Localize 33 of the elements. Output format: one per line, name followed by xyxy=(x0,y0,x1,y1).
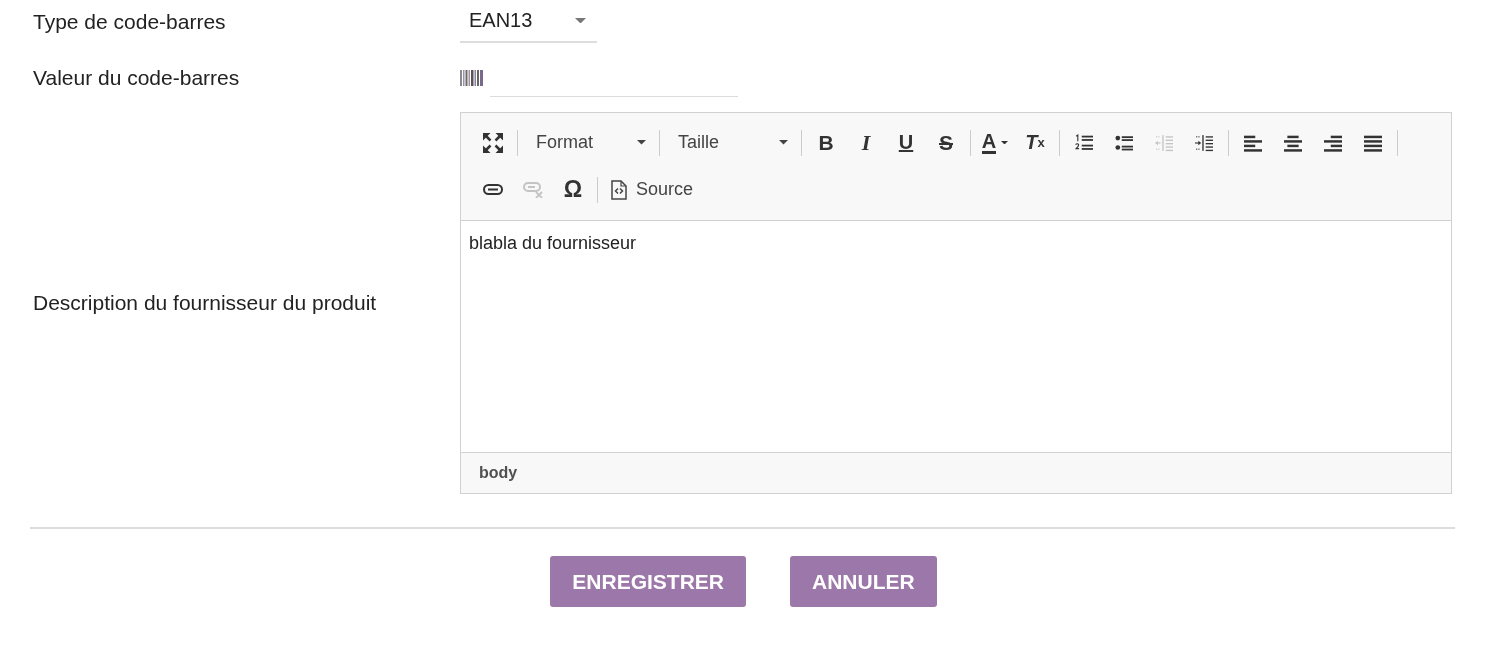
unlink-icon xyxy=(523,181,543,198)
bulleted-list-icon xyxy=(1115,133,1133,152)
dropdown-select[interactable]: EAN13 xyxy=(460,0,597,43)
align-left-icon xyxy=(1244,133,1262,152)
outdent-icon xyxy=(1155,133,1173,152)
toolbar-dropdown[interactable]: Taille xyxy=(664,128,797,157)
text-color-button[interactable]: A xyxy=(981,128,1009,157)
field-label: Type de code-barres xyxy=(33,9,226,34)
caret-icon xyxy=(637,140,646,145)
caret-icon xyxy=(1001,140,1009,145)
code-document-icon xyxy=(611,179,627,200)
align-center-icon xyxy=(1284,133,1302,152)
field-label: Valeur du code-barres xyxy=(33,65,240,90)
justify-icon xyxy=(1364,133,1382,152)
caret-icon xyxy=(575,17,586,24)
caret-icon xyxy=(779,140,788,145)
save-button[interactable]: ENREGISTRER xyxy=(550,556,746,607)
maximize-icon xyxy=(483,132,503,153)
link-icon xyxy=(483,184,503,195)
cancel-button[interactable]: ANNULER xyxy=(790,556,937,607)
numbered-list-icon xyxy=(1075,133,1093,152)
strikethrough-button[interactable]: S xyxy=(932,128,960,157)
barcode-icon xyxy=(460,69,483,86)
align-right-icon xyxy=(1324,133,1342,152)
special-character-button[interactable]: Ω xyxy=(559,175,587,204)
element-path-link[interactable]: body xyxy=(479,464,518,482)
indent-icon xyxy=(1195,133,1213,152)
toolbar-dropdown[interactable]: Format xyxy=(522,128,655,157)
underline-button[interactable]: U xyxy=(892,128,920,157)
bold-button[interactable]: B xyxy=(812,128,840,157)
source-button[interactable]: Source xyxy=(608,175,697,204)
italic-button[interactable]: I xyxy=(852,128,880,157)
field-label: Description du fournisseur du produit xyxy=(33,291,377,315)
